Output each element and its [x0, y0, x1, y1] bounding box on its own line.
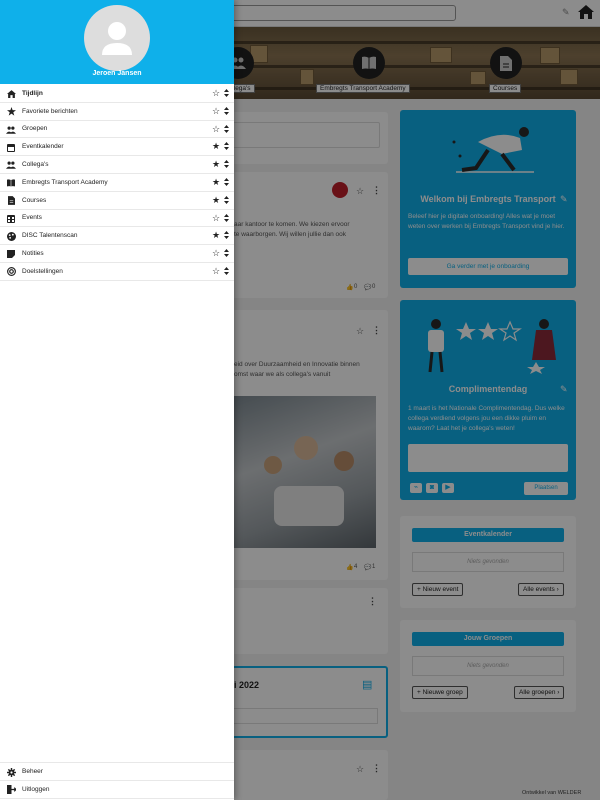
palette-icon	[6, 231, 16, 241]
menu-item-label: Courses	[22, 196, 47, 204]
home-icon	[6, 89, 16, 99]
star-filled-icon[interactable]: ★	[212, 195, 220, 205]
menu-item-label: Favoriete berichten	[22, 107, 78, 115]
star-filled-icon[interactable]: ★	[212, 230, 220, 240]
sort-handle-icon[interactable]	[224, 89, 229, 99]
drawer-header: Jeroen Jansen	[0, 0, 234, 84]
menu-item-tijdlijn[interactable]: Tijdlijn ☆	[0, 85, 234, 103]
sort-handle-icon[interactable]	[224, 124, 229, 135]
menu-item-embregts-transport-academy[interactable]: Embregts Transport Academy ★	[0, 174, 234, 192]
menu-item-label: Groepen	[22, 125, 48, 133]
star-outline-icon[interactable]: ☆	[212, 124, 220, 134]
menu-item-beheer[interactable]: Beheer	[0, 763, 234, 781]
note-icon	[6, 249, 16, 259]
sort-handle-icon[interactable]	[224, 249, 229, 259]
footer-credit[interactable]: Ontwikkel van WELDER	[522, 790, 581, 796]
users-icon	[6, 125, 16, 135]
star-filled-icon[interactable]: ★	[212, 159, 220, 169]
menu-item-label: Eventkalender	[22, 143, 64, 151]
menu-item-disc-talentenscan[interactable]: DISC Talentenscan ★	[0, 227, 234, 246]
menu-item-eventkalender[interactable]: Eventkalender ★	[0, 138, 234, 157]
sort-handle-icon[interactable]	[224, 231, 229, 241]
star-outline-icon[interactable]: ☆	[212, 266, 220, 276]
book-icon	[6, 178, 16, 188]
sort-handle-icon[interactable]	[224, 213, 229, 224]
star-outline-icon[interactable]: ☆	[212, 106, 220, 116]
menu-item-label: DISC Talentenscan	[22, 232, 78, 240]
menu-item-label: Tijdlijn	[22, 89, 43, 97]
drawer-menu: Tijdlijn ☆ Favoriete berichten ☆ Groepen ☆ Eve…	[0, 85, 234, 281]
sort-handle-icon[interactable]	[224, 160, 229, 170]
sort-handle-icon[interactable]	[224, 266, 229, 277]
navigation-drawer: Jeroen Jansen Tijdlijn ☆ Favoriete bericht…	[0, 0, 234, 800]
calendar-grid-icon	[6, 214, 16, 224]
star-filled-icon[interactable]: ★	[212, 141, 220, 151]
sort-handle-icon[interactable]	[224, 177, 229, 188]
sort-handle-icon[interactable]	[224, 195, 229, 206]
menu-item-label: Doelstellingen	[22, 267, 63, 275]
star-outline-icon[interactable]: ☆	[212, 213, 220, 223]
menu-item-notities[interactable]: Notities ☆	[0, 245, 234, 263]
sort-handle-icon[interactable]	[224, 106, 229, 117]
file-icon	[6, 196, 16, 206]
calendar-icon	[6, 142, 16, 152]
menu-item-groepen[interactable]: Groepen ☆	[0, 121, 234, 139]
menu-item-label: Beheer	[22, 767, 43, 775]
menu-item-courses[interactable]: Courses ★	[0, 192, 234, 210]
users-icon	[6, 160, 16, 170]
menu-item-events[interactable]: Events ☆	[0, 210, 234, 228]
menu-item-label: Uitloggen	[22, 785, 50, 793]
menu-item-uitloggen[interactable]: Uitloggen	[0, 781, 234, 799]
gear-icon	[6, 767, 16, 777]
star-icon	[6, 107, 16, 117]
logout-icon	[6, 785, 16, 795]
star-outline-icon[interactable]: ☆	[212, 248, 220, 258]
menu-item-label: Collega's	[22, 161, 49, 169]
star-filled-icon[interactable]: ★	[212, 177, 220, 187]
menu-item-label: Embregts Transport Academy	[22, 178, 108, 186]
drawer-bottom-menu: Beheer Uitloggen	[0, 762, 234, 799]
sort-handle-icon[interactable]	[224, 142, 229, 152]
menu-item-favoriete-berichten[interactable]: Favoriete berichten ☆	[0, 103, 234, 121]
target-icon	[6, 267, 16, 277]
user-silhouette-icon	[102, 22, 132, 55]
menu-item-doelstellingen[interactable]: Doelstellingen ☆	[0, 263, 234, 281]
avatar[interactable]	[84, 5, 150, 71]
menu-item-label: Events	[22, 214, 42, 222]
star-outline-icon[interactable]: ☆	[212, 88, 220, 98]
menu-item-label: Notities	[22, 250, 44, 258]
user-name: Jeroen Jansen	[92, 70, 142, 77]
menu-item-collega-s[interactable]: Collega's ★	[0, 156, 234, 174]
